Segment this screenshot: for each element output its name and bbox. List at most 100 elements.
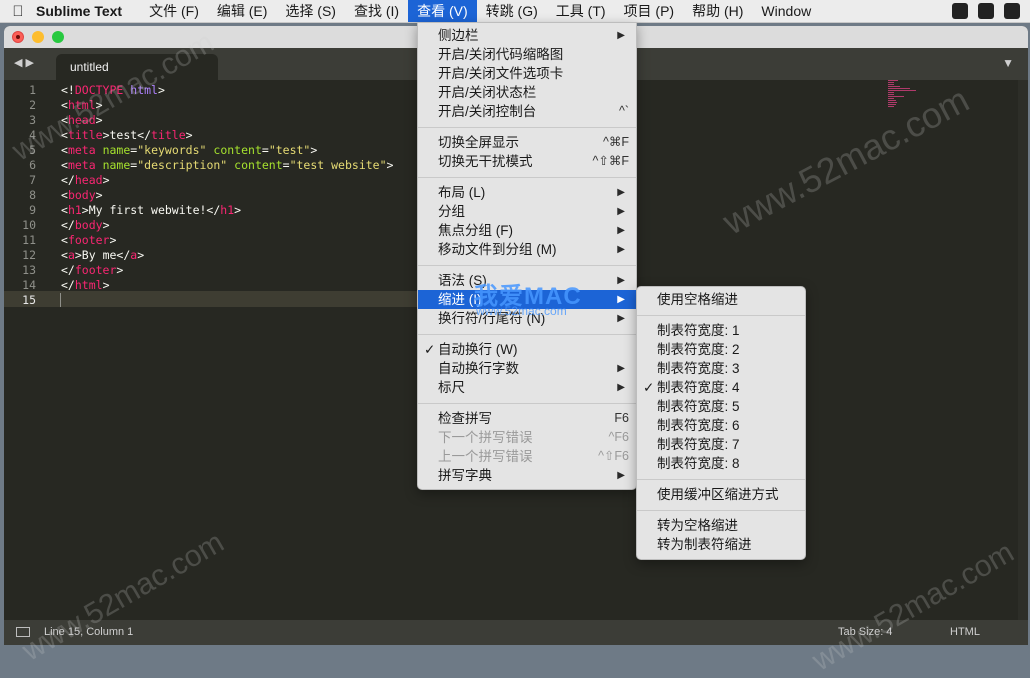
- menu-item[interactable]: 自动换行字数 ▶: [418, 359, 636, 378]
- shield-icon[interactable]: [952, 3, 968, 19]
- menu-item[interactable]: 分组 ▶: [418, 202, 636, 221]
- menu-5[interactable]: 转跳 (G): [477, 0, 547, 22]
- menu-item[interactable]: 使用缓冲区缩进方式: [637, 485, 805, 504]
- line-number: 9: [29, 203, 36, 217]
- menu-item[interactable]: 制表符宽度: 7: [637, 435, 805, 454]
- menu-item-label: 布局 (L): [438, 185, 486, 200]
- menu-item[interactable]: 转为空格缩进: [637, 516, 805, 535]
- menu-item-label: 语法 (S): [438, 273, 487, 288]
- menu-item[interactable]: ✓ 自动换行 (W): [418, 340, 636, 359]
- menu-item[interactable]: 开启/关闭控制台 ^`: [418, 102, 636, 121]
- menu-3[interactable]: 查找 (I): [345, 0, 408, 22]
- code-line[interactable]: <h1>My first webwite!</h1>: [61, 203, 241, 218]
- menu-item-label: 制表符宽度: 6: [657, 418, 740, 433]
- menu-item[interactable]: 切换无干扰模式 ^⇧⌘F: [418, 152, 636, 171]
- menu-6[interactable]: 工具 (T): [547, 0, 615, 22]
- code-line[interactable]: </body>: [61, 218, 110, 233]
- menu-item[interactable]: 切换全屏显示 ^⌘F: [418, 133, 636, 152]
- menu-item[interactable]: 侧边栏 ▶: [418, 26, 636, 45]
- qq-icon[interactable]: [1004, 3, 1020, 19]
- menu-shortcut: ^⌘F: [602, 135, 629, 149]
- menu-7[interactable]: 项目 (P): [615, 0, 684, 22]
- tab-nav-arrows-icon[interactable]: ◀▶: [14, 56, 37, 69]
- menu-item[interactable]: 制表符宽度: 8: [637, 454, 805, 473]
- apple-icon[interactable]: : [0, 3, 36, 20]
- menu-item[interactable]: 焦点分组 (F) ▶: [418, 221, 636, 240]
- menu-separator: [418, 177, 636, 178]
- menu-item[interactable]: 制表符宽度: 1: [637, 321, 805, 340]
- code-line[interactable]: <head>: [61, 113, 103, 128]
- line-number: 11: [22, 233, 36, 247]
- menu-1[interactable]: 编辑 (E): [208, 0, 277, 22]
- checkmark-icon: ✓: [424, 342, 436, 357]
- code-line[interactable]: <body>: [61, 188, 103, 203]
- menu-9[interactable]: Window: [752, 0, 820, 22]
- menu-item[interactable]: 移动文件到分组 (M) ▶: [418, 240, 636, 259]
- code-line[interactable]: <footer>: [61, 233, 116, 248]
- view-menu: 侧边栏 ▶ 开启/关闭代码缩略图开启/关闭文件选项卡开启/关闭状态栏 开启/关闭控制台…: [417, 22, 637, 490]
- app-name[interactable]: Sublime Text: [36, 3, 122, 19]
- menu-item[interactable]: 使用空格缩进: [637, 290, 805, 309]
- menu-item[interactable]: 制表符宽度: 6: [637, 416, 805, 435]
- tab-untitled[interactable]: untitled: [56, 54, 218, 80]
- menu-item[interactable]: ✓ 制表符宽度: 4: [637, 378, 805, 397]
- menu-item-label: 换行符/行尾符 (N): [438, 311, 546, 326]
- code-line[interactable]: <!DOCTYPE html>: [61, 83, 165, 98]
- menu-item[interactable]: 语法 (S) ▶: [418, 271, 636, 290]
- menu-item[interactable]: 转为制表符缩进: [637, 535, 805, 554]
- code-line[interactable]: <a>By me</a>: [61, 248, 144, 263]
- menu-item[interactable]: 标尺 ▶: [418, 378, 636, 397]
- menu-item[interactable]: 制表符宽度: 3: [637, 359, 805, 378]
- menu-item-label: 开启/关闭文件选项卡: [438, 66, 564, 81]
- menu-0[interactable]: 文件 (F): [140, 0, 208, 22]
- code-token: >: [116, 263, 124, 277]
- menu-item[interactable]: 布局 (L) ▶: [418, 183, 636, 202]
- menu-item[interactable]: 拼写字典 ▶: [418, 466, 636, 485]
- tab-dropdown-icon[interactable]: ▼: [1002, 56, 1014, 70]
- menu-item[interactable]: 开启/关闭代码缩略图: [418, 45, 636, 64]
- code-line[interactable]: </head>: [61, 173, 110, 188]
- menu-item[interactable]: 缩进 (I) ▶: [418, 290, 636, 309]
- menu-item[interactable]: 换行符/行尾符 (N) ▶: [418, 309, 636, 328]
- menu-item-label: 使用缓冲区缩进方式: [657, 487, 779, 502]
- code-line[interactable]: </html>: [61, 278, 110, 293]
- line-number: 3: [29, 113, 36, 127]
- code-line[interactable]: <meta name="description" content="test w…: [61, 158, 393, 173]
- tab-size-selector[interactable]: Tab Size: 4: [838, 620, 892, 645]
- menu-2[interactable]: 选择 (S): [276, 0, 345, 22]
- menu-item-label: 缩进 (I): [438, 292, 482, 307]
- menu-item[interactable]: 制表符宽度: 5: [637, 397, 805, 416]
- menu-item[interactable]: 开启/关闭文件选项卡: [418, 64, 636, 83]
- menu-items: 文件 (F) 编辑 (E) 选择 (S) 查找 (I) 查看 (V) 转跳 (G) 工具 (…: [140, 0, 820, 22]
- cursor-position: Line 15, Column 1: [44, 626, 134, 638]
- close-button[interactable]: [12, 31, 24, 43]
- code-token: <: [61, 128, 68, 142]
- code-line[interactable]: <meta name="keywords" content="test">: [61, 143, 317, 158]
- code-token: "keywords": [137, 143, 207, 157]
- console-icon[interactable]: [16, 627, 30, 637]
- minimize-button[interactable]: [32, 31, 44, 43]
- code-token: content: [234, 158, 283, 172]
- code-token: >: [234, 203, 242, 217]
- scrollbar[interactable]: [1018, 80, 1028, 620]
- menu-shortcut: ^⇧F6: [598, 449, 629, 463]
- menu-4[interactable]: 查看 (V): [408, 0, 477, 22]
- code-line[interactable]: <html>: [61, 98, 103, 113]
- syntax-selector[interactable]: HTML: [950, 620, 980, 645]
- code-token: content: [213, 143, 262, 157]
- maximize-button[interactable]: [52, 31, 64, 43]
- code-token: title: [67, 128, 103, 142]
- menu-item[interactable]: 制表符宽度: 2: [637, 340, 805, 359]
- submenu-arrow-icon: ▶: [617, 313, 625, 324]
- menu-item-label: 制表符宽度: 1: [657, 323, 740, 338]
- menu-item-label: 检查拼写: [438, 411, 492, 426]
- code-line[interactable]: <title>test</title>: [61, 128, 193, 143]
- menu-item[interactable]: 开启/关闭状态栏: [418, 83, 636, 102]
- code-line[interactable]: </footer>: [61, 263, 123, 278]
- menu-8[interactable]: 帮助 (H): [683, 0, 752, 22]
- minimap[interactable]: [888, 80, 948, 120]
- menu-item[interactable]: 检查拼写 F6: [418, 409, 636, 428]
- code-token: >My first webwite!</: [81, 203, 221, 217]
- extension-icon[interactable]: [978, 3, 994, 19]
